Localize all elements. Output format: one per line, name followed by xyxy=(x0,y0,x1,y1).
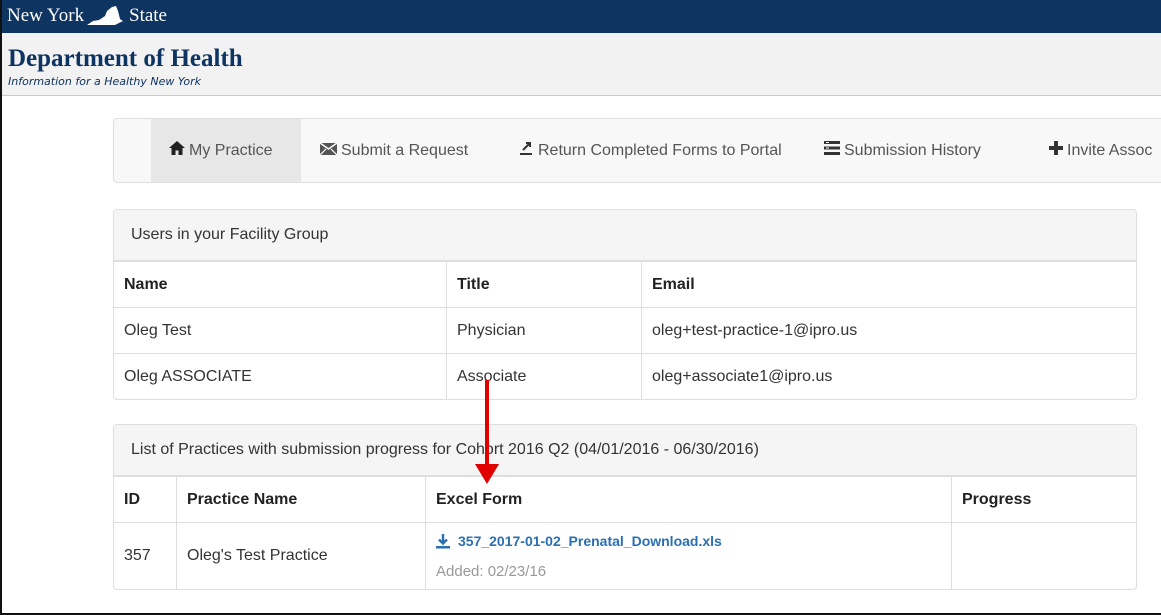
nav-label: My Practice xyxy=(189,142,273,159)
user-name: Oleg ASSOCIATE xyxy=(114,353,447,399)
practice-id: 357 xyxy=(114,522,177,589)
header-tagline: Information for a Healthy New York xyxy=(8,75,201,88)
users-panel: Users in your Facility Group Name Title … xyxy=(113,209,1137,400)
department-title[interactable]: Department of Health xyxy=(8,45,243,73)
home-icon xyxy=(169,119,185,182)
col-title: Title xyxy=(446,261,642,308)
excel-file-link[interactable]: 357_2017-01-02_Prenatal_Download.xls xyxy=(458,533,722,549)
col-name: Name xyxy=(114,261,447,308)
col-excel-form: Excel Form xyxy=(425,476,952,523)
practice-progress xyxy=(951,522,1136,589)
user-email: oleg+associate1@ipro.us xyxy=(641,353,1136,399)
nav-submit-request[interactable]: Submit a Request xyxy=(319,119,469,182)
nav-my-practice[interactable]: My Practice xyxy=(151,119,301,182)
nav-submission-history[interactable]: Submission History xyxy=(824,119,981,182)
user-title: Associate xyxy=(446,353,642,399)
nav-label: Invite Assoc xyxy=(1067,142,1153,159)
excel-form-cell: 357_2017-01-02_Prenatal_Download.xls Add… xyxy=(425,522,952,589)
download-icon[interactable] xyxy=(436,533,450,554)
table-header-row: Name Title Email xyxy=(114,261,1136,308)
nys-text-right: State xyxy=(129,5,167,26)
practices-table: ID Practice Name Excel Form Progress 357… xyxy=(114,476,1136,589)
nav-return-forms[interactable]: Return Completed Forms to Portal xyxy=(518,119,782,182)
ny-state-icon xyxy=(87,6,123,25)
envelope-icon xyxy=(319,119,338,182)
table-header-row: ID Practice Name Excel Form Progress xyxy=(114,476,1136,523)
col-email: Email xyxy=(641,261,1136,308)
added-date: Added: 02/23/16 xyxy=(436,562,547,580)
nav-label: Submission History xyxy=(844,142,981,159)
list-icon xyxy=(824,119,840,182)
user-email: oleg+test-practice-1@ipro.us xyxy=(641,307,1136,354)
col-practice-name: Practice Name xyxy=(176,476,426,523)
user-title: Physician xyxy=(446,307,642,354)
practice-name: Oleg's Test Practice xyxy=(176,522,426,589)
col-progress: Progress xyxy=(951,476,1136,523)
table-row: 357 Oleg's Test Practice 357_2017-01-02_… xyxy=(114,522,1136,589)
nys-text-left: New York xyxy=(7,5,85,26)
practices-panel-heading: List of Practices with submission progre… xyxy=(114,425,1136,476)
nav-label: Return Completed Forms to Portal xyxy=(538,142,782,159)
site-header: Department of Health Information for a H… xyxy=(2,33,1161,96)
table-row: Oleg ASSOCIATE Associate oleg+associate1… xyxy=(114,353,1136,399)
practices-panel: List of Practices with submission progre… xyxy=(113,424,1137,590)
users-table: Name Title Email Oleg Test Physician ole… xyxy=(114,261,1136,399)
table-row: Oleg Test Physician oleg+test-practice-1… xyxy=(114,307,1136,354)
col-id: ID xyxy=(114,476,177,523)
nav-invite-associate[interactable]: Invite Assoc xyxy=(1049,119,1152,182)
nav-label: Submit a Request xyxy=(341,142,469,159)
nys-banner: New York State xyxy=(2,0,1161,33)
users-panel-heading: Users in your Facility Group xyxy=(114,210,1136,261)
main-nav: My Practice Submit a Request Return Comp… xyxy=(113,118,1161,183)
upload-icon xyxy=(518,119,534,182)
plus-icon xyxy=(1049,119,1063,182)
user-name: Oleg Test xyxy=(114,307,447,354)
